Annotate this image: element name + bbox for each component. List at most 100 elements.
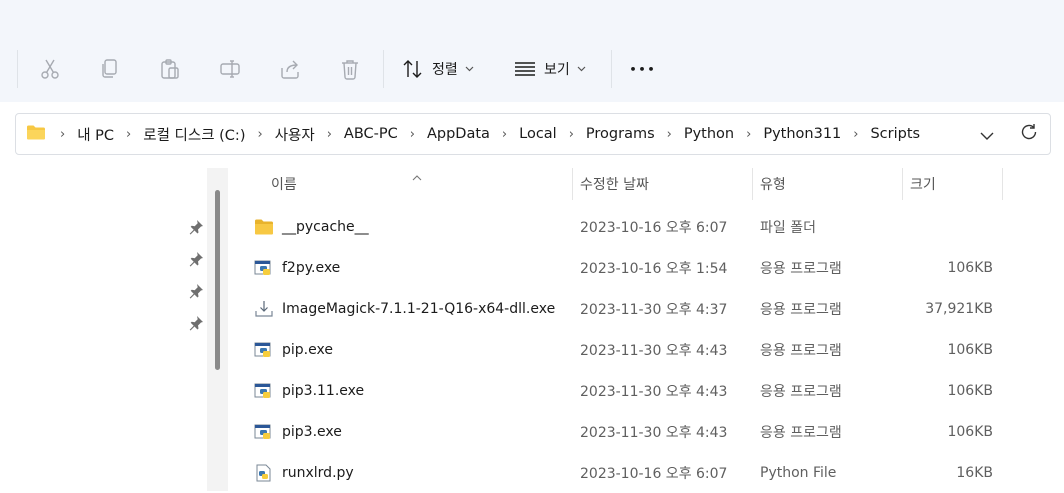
file-type: 파일 폴더 bbox=[760, 219, 816, 236]
file-name: ImageMagick-7.1.1-21-Q16-x64-dll.exe bbox=[282, 300, 556, 317]
copy-icon bbox=[99, 58, 121, 80]
python-exe-icon bbox=[254, 423, 274, 441]
refresh-icon bbox=[1020, 123, 1038, 145]
folder-icon bbox=[26, 124, 46, 144]
breadcrumb: › 내 PC › 로컬 디스크 (C:) › 사용자 › ABC-PC › Ap… bbox=[26, 114, 920, 154]
file-date: 2023-11-30 오후 4:43 bbox=[580, 424, 728, 441]
file-size: 106KB bbox=[947, 259, 993, 276]
column-header-type[interactable]: 유형 bbox=[760, 168, 900, 200]
file-date: 2023-11-30 오후 4:43 bbox=[580, 342, 728, 359]
file-name: pip3.exe bbox=[282, 423, 342, 440]
chevron-down-icon bbox=[577, 66, 586, 72]
file-row[interactable]: f2py.exe 2023-10-16 오후 1:54 응용 프로그램 106K… bbox=[229, 247, 1064, 288]
file-type: Python File bbox=[760, 464, 837, 481]
toolbar-divider bbox=[611, 50, 612, 88]
file-name: runxlrd.py bbox=[282, 464, 354, 481]
column-divider[interactable] bbox=[902, 168, 903, 200]
file-row[interactable]: pip3.11.exe 2023-11-30 오후 4:43 응용 프로그램 1… bbox=[229, 370, 1064, 411]
file-type: 응용 프로그램 bbox=[760, 342, 842, 359]
scrollbar-thumb[interactable] bbox=[215, 190, 220, 370]
address-bar[interactable]: › 내 PC › 로컬 디스크 (C:) › 사용자 › ABC-PC › Ap… bbox=[15, 113, 1051, 155]
cut-button[interactable] bbox=[31, 50, 69, 88]
toolbar-divider bbox=[383, 50, 384, 88]
breadcrumb-item[interactable]: Python311 bbox=[763, 126, 841, 142]
command-bar: 정렬 보기 ••• bbox=[0, 0, 1064, 102]
sort-label: 정렬 bbox=[432, 62, 458, 78]
file-date: 2023-11-30 오후 4:37 bbox=[580, 301, 728, 318]
python-exe-icon bbox=[254, 382, 274, 400]
folder-icon bbox=[254, 218, 274, 236]
view-list-icon bbox=[514, 61, 536, 77]
view-label: 보기 bbox=[544, 62, 570, 78]
rename-button[interactable] bbox=[211, 50, 249, 88]
breadcrumb-item[interactable]: Local bbox=[519, 126, 557, 142]
breadcrumb-item-current[interactable]: Scripts bbox=[870, 126, 920, 142]
file-type: 응용 프로그램 bbox=[760, 424, 842, 441]
breadcrumb-separator: › bbox=[746, 126, 752, 142]
column-divider[interactable] bbox=[1002, 168, 1003, 200]
breadcrumb-item[interactable]: 내 PC bbox=[77, 124, 114, 145]
file-date: 2023-10-16 오후 6:07 bbox=[580, 465, 728, 482]
trash-icon bbox=[339, 58, 361, 80]
breadcrumb-item[interactable]: Programs bbox=[586, 126, 655, 142]
breadcrumb-item[interactable]: 사용자 bbox=[275, 124, 315, 145]
column-label: 수정한 날짜 bbox=[580, 177, 649, 193]
breadcrumb-item[interactable]: AppData bbox=[427, 126, 490, 142]
column-header-name[interactable]: 이름 bbox=[271, 168, 571, 200]
breadcrumb-separator: › bbox=[257, 126, 263, 142]
file-size: 16KB bbox=[956, 464, 993, 481]
rename-icon bbox=[219, 58, 241, 80]
more-options-button[interactable]: ••• bbox=[626, 50, 660, 88]
breadcrumb-separator: › bbox=[126, 126, 132, 142]
python-exe-icon bbox=[254, 259, 274, 277]
file-row[interactable]: __pycache__ 2023-10-16 오후 6:07 파일 폴더 bbox=[229, 206, 1064, 247]
view-button[interactable]: 보기 bbox=[514, 50, 586, 88]
file-type: 응용 프로그램 bbox=[760, 260, 842, 277]
pin-icon bbox=[188, 219, 204, 235]
file-row[interactable]: runxlrd.py 2023-10-16 오후 6:07 Python Fil… bbox=[229, 452, 1064, 493]
column-divider[interactable] bbox=[752, 168, 753, 200]
sort-button[interactable]: 정렬 bbox=[402, 50, 474, 88]
column-divider[interactable] bbox=[572, 168, 573, 200]
column-header-size[interactable]: 크기 bbox=[910, 168, 1000, 200]
file-size: 106KB bbox=[947, 382, 993, 399]
column-label: 유형 bbox=[760, 177, 786, 193]
file-row[interactable]: pip.exe 2023-11-30 오후 4:43 응용 프로그램 106KB bbox=[229, 329, 1064, 370]
file-name: pip3.11.exe bbox=[282, 382, 365, 399]
column-header-date[interactable]: 수정한 날짜 bbox=[580, 168, 750, 200]
paste-button[interactable] bbox=[151, 50, 189, 88]
file-row[interactable]: pip3.exe 2023-11-30 오후 4:43 응용 프로그램 106K… bbox=[229, 411, 1064, 452]
file-size: 106KB bbox=[947, 423, 993, 440]
delete-button[interactable] bbox=[331, 50, 369, 88]
file-name: f2py.exe bbox=[282, 259, 341, 276]
share-button[interactable] bbox=[271, 50, 309, 88]
file-date: 2023-10-16 오후 6:07 bbox=[580, 219, 728, 236]
file-date: 2023-11-30 오후 4:43 bbox=[580, 383, 728, 400]
file-size: 106KB bbox=[947, 341, 993, 358]
python-exe-icon bbox=[254, 341, 274, 359]
column-header: 이름 수정한 날짜 유형 크기 bbox=[229, 168, 1064, 200]
breadcrumb-separator: › bbox=[501, 126, 508, 142]
file-row[interactable]: ImageMagick-7.1.1-21-Q16-x64-dll.exe 202… bbox=[229, 288, 1064, 329]
breadcrumb-separator: › bbox=[326, 126, 332, 142]
file-type: 응용 프로그램 bbox=[760, 383, 842, 400]
column-label: 이름 bbox=[271, 177, 297, 193]
breadcrumb-item[interactable]: ABC-PC bbox=[344, 126, 398, 142]
breadcrumb-item[interactable]: 로컬 디스크 (C:) bbox=[143, 124, 245, 145]
breadcrumb-separator: › bbox=[409, 126, 415, 142]
file-name: __pycache__ bbox=[282, 218, 369, 235]
share-icon bbox=[279, 58, 301, 80]
sort-icon bbox=[402, 59, 424, 79]
chevron-down-icon bbox=[465, 66, 474, 72]
clipboard-icon bbox=[159, 58, 181, 80]
refresh-button[interactable] bbox=[1016, 114, 1042, 154]
breadcrumb-separator: › bbox=[60, 126, 66, 142]
column-label: 크기 bbox=[910, 177, 936, 193]
file-name: pip.exe bbox=[282, 341, 333, 358]
breadcrumb-separator: › bbox=[666, 126, 672, 142]
copy-button[interactable] bbox=[91, 50, 129, 88]
nav-pane-scrollbar[interactable] bbox=[207, 168, 228, 491]
address-history-button[interactable] bbox=[974, 114, 1000, 154]
breadcrumb-item[interactable]: Python bbox=[684, 126, 734, 142]
more-icon: ••• bbox=[629, 62, 657, 76]
